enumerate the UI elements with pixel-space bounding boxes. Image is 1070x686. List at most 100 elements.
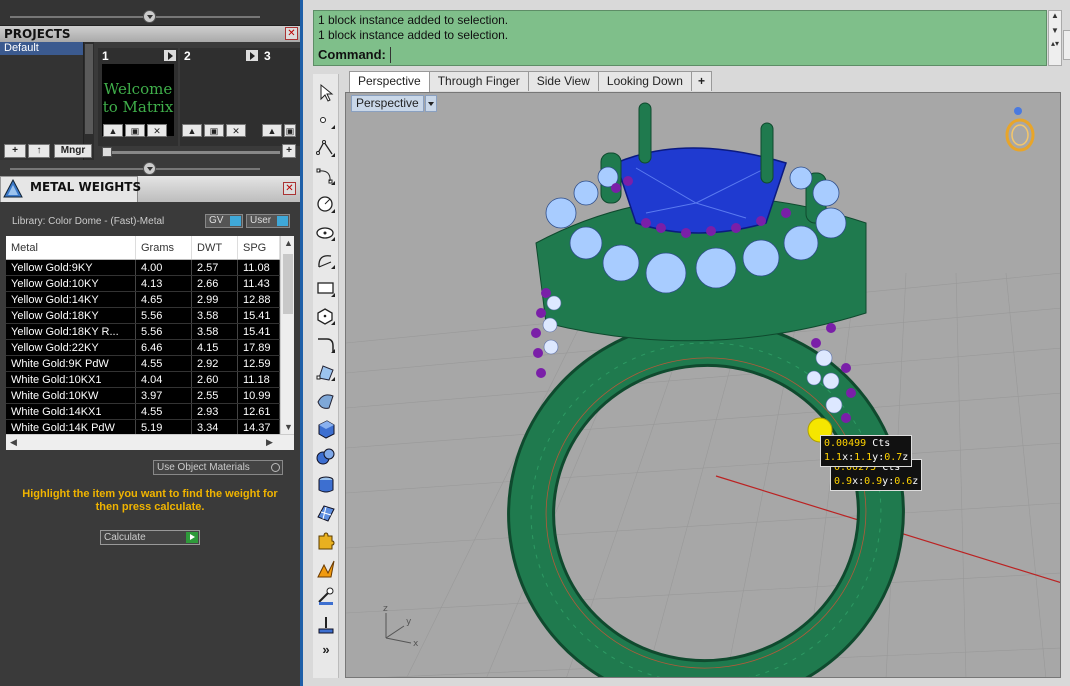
table-cell: 11.08 [238, 260, 280, 275]
surface-icon[interactable] [315, 390, 337, 412]
column-spg[interactable]: SPG [238, 236, 280, 259]
projects-close-button[interactable]: ✕ [285, 27, 298, 40]
table-cell: 11.43 [238, 276, 280, 291]
spheres-icon[interactable] [315, 446, 337, 468]
project-list-scrollbar[interactable] [84, 42, 94, 160]
size-x: 0.9 [834, 476, 853, 487]
table-row[interactable]: White Gold:10KX1 4.04 2.60 11.18 [6, 372, 294, 388]
scroll-up-icon[interactable]: ▲ [1049, 11, 1061, 20]
rectangle-icon[interactable] [315, 278, 337, 300]
ring-model[interactable] [507, 102, 905, 678]
table-row[interactable]: Yellow Gold:18KY 5.56 3.58 15.41 [6, 308, 294, 324]
table-cell: White Gold:9K PdW [6, 356, 136, 371]
collapse-knob[interactable] [143, 10, 156, 23]
use-object-materials-label: Use Object Materials [157, 462, 250, 473]
scroll-down-icon[interactable]: ▼ [1049, 26, 1061, 35]
table-row[interactable]: Yellow Gold:14KY 4.65 2.99 12.88 [6, 292, 294, 308]
table-cell: 15.41 [238, 308, 280, 323]
box-icon[interactable] [315, 418, 337, 440]
viewport-title[interactable]: Perspective [351, 95, 424, 112]
polyline-icon[interactable] [315, 138, 337, 160]
arc-icon[interactable] [315, 250, 337, 272]
table-row[interactable]: White Gold:14KX1 4.55 2.93 12.61 [6, 404, 294, 420]
scroll-spin-icon[interactable]: ▴▾ [1049, 39, 1061, 48]
edit-points-icon[interactable] [315, 362, 337, 384]
calculate-button[interactable]: Calculate [100, 530, 200, 545]
add-slot-button[interactable]: + [282, 144, 296, 158]
gv-toggle[interactable]: GV [205, 214, 243, 228]
table-row[interactable]: White Gold:9K PdW 4.55 2.92 12.59 [6, 356, 294, 372]
ring-view-icon[interactable] [1005, 107, 1035, 152]
table-cell: 4.65 [136, 292, 192, 307]
polygon-icon[interactable] [315, 306, 337, 328]
table-row[interactable]: Yellow Gold:22KY 6.46 4.15 17.89 [6, 340, 294, 356]
command-input[interactable] [390, 47, 1044, 63]
table-row[interactable]: White Gold:10KW 3.97 2.55 10.99 [6, 388, 294, 404]
analyze-icon[interactable] [315, 586, 337, 608]
table-cell: 6.46 [136, 340, 192, 355]
curve-icon[interactable] [315, 166, 337, 188]
mesh-icon[interactable] [315, 502, 337, 524]
table-cell: White Gold:14K PdW [6, 420, 136, 435]
viewport-menu-chevron-icon[interactable] [425, 95, 437, 112]
collapse-knob[interactable] [143, 162, 156, 175]
upload-icon[interactable]: ▲ [103, 124, 123, 137]
move-up-button[interactable]: ↑ [28, 144, 50, 158]
tab-looking-down[interactable]: Looking Down [597, 71, 692, 91]
command-area: 1 block instance added to selection. 1 b… [313, 10, 1047, 66]
play-icon[interactable] [186, 532, 198, 543]
table-hscrollbar[interactable]: ◀ ▶ [6, 434, 294, 450]
tab-side-view[interactable]: Side View [527, 71, 599, 91]
puzzle-icon[interactable] [315, 530, 337, 552]
metal-weights-table[interactable]: Metal Grams DWT SPG Yellow Gold:9KY 4.00 2… [6, 236, 294, 450]
cylinder-icon[interactable] [315, 474, 337, 496]
scroll-down-icon[interactable]: ▼ [284, 422, 293, 432]
ellipse-icon[interactable] [315, 222, 337, 244]
radio-icon[interactable] [271, 463, 280, 472]
carat-value: 0.00499 [824, 438, 867, 449]
table-row[interactable]: Yellow Gold:10KY 4.13 2.66 11.43 [6, 276, 294, 292]
scroll-up-icon[interactable]: ▲ [284, 238, 293, 248]
table-cell: 2.66 [192, 276, 238, 291]
upload-icon[interactable]: ▲ [262, 124, 282, 137]
play-icon[interactable] [164, 50, 176, 61]
project-list[interactable]: Default [0, 42, 84, 160]
fillet-icon[interactable] [315, 334, 337, 356]
save-icon[interactable]: ▣ [284, 124, 296, 137]
user-toggle[interactable]: User [246, 214, 290, 228]
table-vscrollbar[interactable]: ▲ ▼ [280, 236, 294, 434]
play-icon[interactable] [246, 50, 258, 61]
table-body: Yellow Gold:9KY 4.00 2.57 11.08 Yellow Gold:… [6, 260, 294, 436]
table-cell: Yellow Gold:18KY [6, 308, 136, 323]
manager-button[interactable]: Mngr [54, 144, 92, 158]
scroll-left-icon[interactable]: ◀ [10, 437, 17, 448]
project-item-default[interactable]: Default [0, 42, 83, 55]
use-object-materials-option[interactable]: Use Object Materials [153, 460, 283, 475]
dimension-icon[interactable] [315, 614, 337, 636]
scroll-right-icon[interactable]: ▶ [266, 437, 273, 448]
delete-icon[interactable]: ✕ [226, 124, 246, 137]
delete-icon[interactable]: ✕ [147, 124, 167, 137]
add-tab-button[interactable]: + [690, 71, 712, 91]
project-slider[interactable] [102, 147, 280, 157]
perspective-viewport[interactable]: z y x Perspective 0.00275 Cts 0.9x:0.9y:… [345, 92, 1061, 678]
column-grams[interactable]: Grams [136, 236, 192, 259]
save-icon[interactable]: ▣ [125, 124, 145, 137]
transform-icon[interactable] [315, 558, 337, 580]
viewport-scene[interactable]: z y x [346, 93, 1061, 678]
column-dwt[interactable]: DWT [192, 236, 238, 259]
tab-through-finger[interactable]: Through Finger [428, 71, 529, 91]
command-scrollbar[interactable]: ▲ ▼ ▴▾ [1048, 10, 1062, 66]
more-tools-icon[interactable]: » [315, 642, 337, 664]
metal-close-button[interactable]: ✕ [283, 182, 296, 195]
point-icon[interactable] [315, 110, 337, 132]
table-row[interactable]: Yellow Gold:9KY 4.00 2.57 11.08 [6, 260, 294, 276]
circle-icon[interactable] [315, 194, 337, 216]
tab-perspective[interactable]: Perspective [349, 71, 430, 92]
column-metal[interactable]: Metal [6, 236, 136, 259]
select-arrow-icon[interactable] [315, 82, 337, 104]
add-project-button[interactable]: + [4, 144, 26, 158]
table-row[interactable]: Yellow Gold:18KY R... 5.56 3.58 15.41 [6, 324, 294, 340]
save-icon[interactable]: ▣ [204, 124, 224, 137]
upload-icon[interactable]: ▲ [182, 124, 202, 137]
